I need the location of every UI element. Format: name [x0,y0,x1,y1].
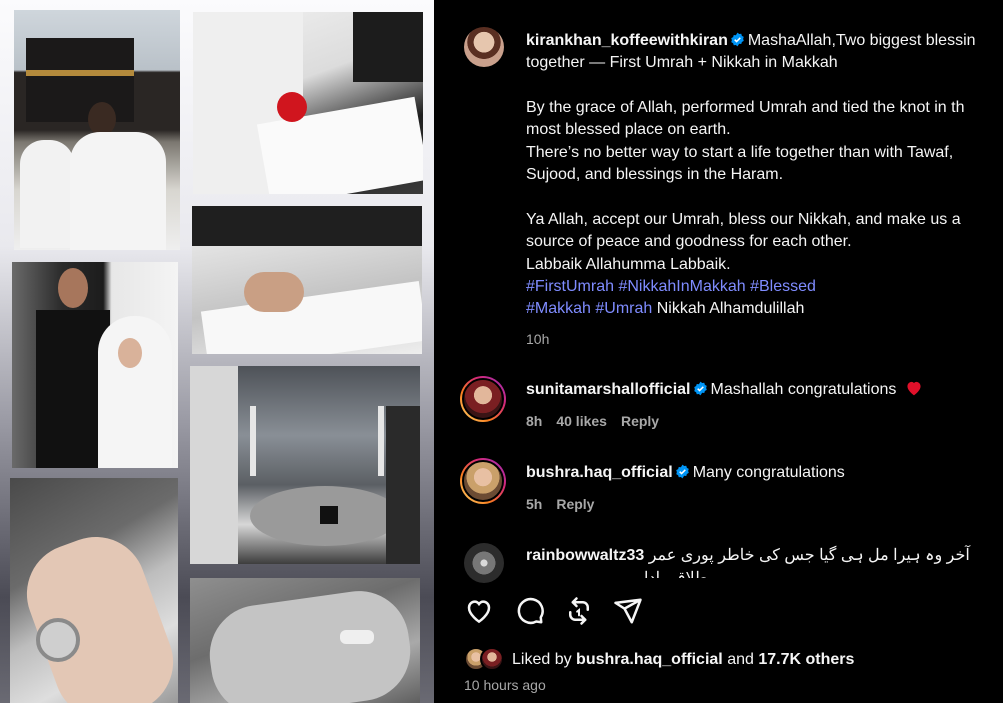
caption-line-2: together — First Umrah + Nikkah in Makka… [526,54,838,71]
comment-likes[interactable]: 40 likes [556,413,607,429]
verified-badge-icon [675,464,689,479]
likes-summary: Liked by bushra.haq_official and 17.7K o… [512,649,854,671]
hashtag-link[interactable]: #Makkah [526,300,591,317]
caption-line-5: There’s no better way to start a life to… [526,144,954,161]
caption-suffix: Nikkah Alhamdulillah [656,300,805,317]
verified-badge-icon [731,32,744,47]
reply-button[interactable]: Reply [621,413,659,429]
repost-icon[interactable] [564,596,594,626]
post-panel: kirankhan_koffeewithkiran MashaAllah,Two … [443,0,1003,703]
share-icon[interactable] [613,596,643,626]
hashtag-link[interactable]: #NikkahInMakkah [618,278,745,295]
liker-avatar [480,647,504,671]
author-avatar[interactable] [464,27,504,67]
liker-username[interactable]: bushra.haq_official [576,651,723,668]
comment-username[interactable]: bushra.haq_official [526,464,673,481]
comment-bushra: bushra.haq_official Many congratulations [526,462,845,484]
caption-text: MashaAllah,Two biggest blessin [747,32,976,49]
caption-line-4: most blessed place on earth. [526,121,731,138]
comment-meta: 5h Reply [526,496,594,512]
post-timestamp: 10 hours ago [464,677,546,693]
comment-header: rainbowwaltz33 آخر وہ ہیرا مل ہی گیا جس … [526,545,970,567]
commenter-avatar[interactable] [460,376,506,422]
kaaba-photo [14,10,180,250]
commenter-avatar[interactable] [460,458,506,504]
ring-closeup-photo [190,578,420,703]
comment-text-continued: طلاقی ادا [644,568,708,578]
caption-line-7: Ya Allah, accept our Umrah, bless our Ni… [526,211,961,228]
comment-meta: 8h 40 likes Reply [526,413,659,429]
heart-icon[interactable] [464,596,494,626]
caption-line-3: By the grace of Allah, performed Umrah a… [526,99,965,116]
post-time: 10h [526,331,550,347]
likes-prefix: Liked by [512,651,572,668]
comment-sunita: sunitamarshallofficial Mashallah congratu… [526,379,923,401]
caption-line-6: Sujood, and blessings in the Haram. [526,166,784,183]
hashtags-line-1: #FirstUmrah #NikkahInMakkah #Blessed [526,276,816,298]
caption-line-1: kirankhan_koffeewithkiran MashaAllah,Two … [526,30,976,52]
liker-avatars[interactable] [464,647,510,673]
reply-button[interactable]: Reply [556,496,594,512]
hashtag-link[interactable]: #Umrah [595,300,652,317]
comment-text: Mashallah congratulations [710,381,897,398]
comment-time: 8h [526,413,543,429]
comment-rainbow: rainbowwaltz33 آخر وہ ہیرا مل ہی گیا جس … [526,542,1003,578]
verified-badge-icon [693,381,707,396]
couple-portrait-photo [12,262,178,468]
comment-icon[interactable] [515,596,545,626]
likes-middle: and [727,651,754,668]
hands-rings-photo [10,478,178,703]
caption-line-8: source of peace and goodness for each ot… [526,233,852,250]
nikkah-signing-photo [193,12,423,194]
red-heart-emoji-icon [907,381,921,396]
comment-username[interactable]: rainbowwaltz33 [526,547,644,564]
comment-time: 5h [526,496,543,512]
hashtag-link[interactable]: #Blessed [750,278,816,295]
photo-collage[interactable] [0,0,434,703]
comment-username[interactable]: sunitamarshallofficial [526,381,691,398]
comment-text: آخر وہ ہیرا مل ہی گیا جس کی خاطر پوری عم… [648,547,970,564]
commenter-avatar[interactable] [464,543,504,583]
caption-line-9: Labbaik Allahumma Labbaik. [526,256,731,273]
haram-view-photo [190,366,420,564]
comment-text: Many congratulations [692,464,845,481]
author-username[interactable]: kirankhan_koffeewithkiran [526,32,728,49]
hashtag-link[interactable]: #FirstUmrah [526,278,614,295]
signing-document-photo [192,206,422,354]
likes-others-link[interactable]: 17.7K others [758,651,854,668]
hashtags-line-2: #Makkah #Umrah Nikkah Alhamdulillah [526,298,804,320]
